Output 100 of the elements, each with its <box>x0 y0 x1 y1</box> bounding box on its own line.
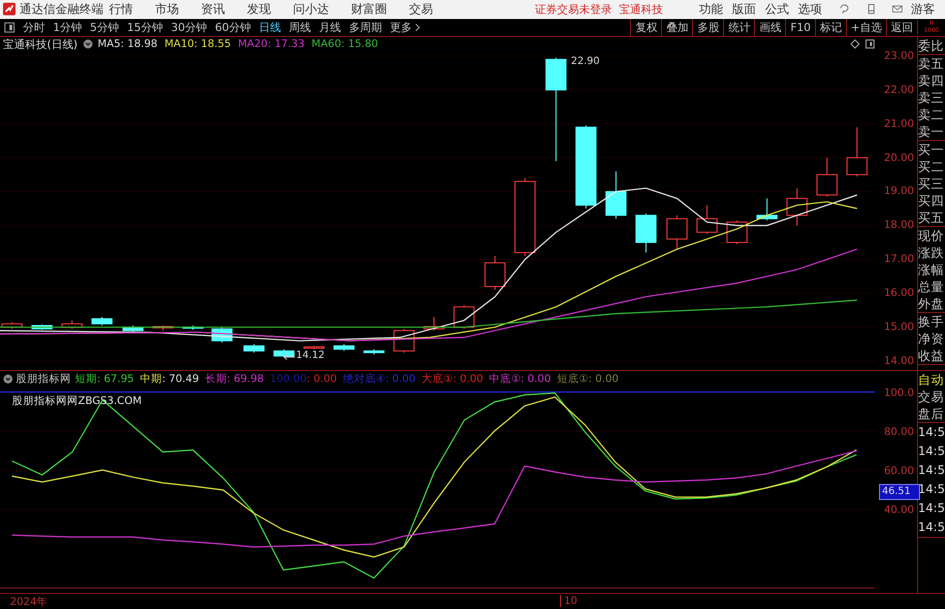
menu-item[interactable]: 财富圈 <box>350 0 387 18</box>
candlestick <box>726 220 748 245</box>
indicator-tick: 60.00 <box>882 464 914 478</box>
menu-item[interactable]: 版面 <box>732 0 756 18</box>
trade-label[interactable]: 盘后 <box>918 404 945 422</box>
quote-label: 卖一 <box>918 122 945 140</box>
quote-label: 净资 <box>918 330 945 347</box>
indicator-value: 长期 <box>204 372 227 386</box>
quote-label: 涨幅 <box>918 260 945 278</box>
period-tab[interactable]: 5分钟 <box>86 20 123 35</box>
quote-label: 卖五 <box>918 54 945 72</box>
indicator-value: : 0.00 <box>385 373 416 386</box>
panel-toggle-icon[interactable] <box>4 22 15 33</box>
price-tick: 18.00 <box>884 218 914 232</box>
quote-label: 卖二 <box>918 106 945 123</box>
toolbar-button[interactable]: 复权 <box>630 18 662 36</box>
period-tab[interactable]: 多周期 <box>345 20 386 35</box>
price-tick: 14.00 <box>884 354 914 368</box>
indicator-tick: 100.0 <box>882 386 914 400</box>
phone-icon[interactable] <box>866 3 876 16</box>
toolbar-button[interactable]: F10 <box>785 18 815 36</box>
app-title: 通达信金融终端 <box>20 0 104 18</box>
indicator-caption: 股朋指标网网ZBGS3.COM <box>12 394 142 408</box>
candlestick <box>304 345 324 350</box>
toolbar-button[interactable]: 叠加 <box>661 18 692 36</box>
indicator-value: 绝对底④ <box>342 372 386 386</box>
candlestick <box>756 198 778 221</box>
quote-label: 总量 <box>918 278 945 295</box>
menu-item[interactable]: 问小达 <box>292 0 329 18</box>
period-tab[interactable]: 15分钟 <box>123 20 167 35</box>
dropdown-icon[interactable] <box>82 39 93 50</box>
quote-label: 买二 <box>918 158 945 175</box>
candlestick <box>334 344 354 352</box>
quote-label: 买五 <box>918 208 945 226</box>
user-label[interactable]: 游客 <box>911 0 935 18</box>
period-tab[interactable]: 周线 <box>285 20 315 35</box>
low-price-label: 14.12 <box>296 350 325 361</box>
toolbar-button[interactable]: 画线 <box>754 18 786 36</box>
menu-item[interactable]: 市场 <box>154 0 179 18</box>
trade-time: 14:5 <box>918 442 945 460</box>
indicator-value: : 0.00 <box>520 373 551 386</box>
period-tab[interactable]: 30分钟 <box>167 20 211 35</box>
indicator-value: : 0.00 <box>452 373 484 386</box>
candlestick <box>364 348 384 355</box>
period-tab[interactable]: 分时 <box>19 20 49 35</box>
indicator-tick: 80.00 <box>882 425 914 440</box>
quote-label: 买一 <box>918 140 945 158</box>
quote-label: 外盘 <box>918 294 945 312</box>
candlestick <box>424 316 444 331</box>
toolbar-button[interactable]: 返回 <box>886 18 917 36</box>
dropdown-icon[interactable] <box>3 374 13 384</box>
period-tab[interactable]: 60分钟 <box>211 20 255 35</box>
login-notice: 证券交易未登录 宝通科技 <box>534 2 663 17</box>
candlestick <box>606 170 626 220</box>
toolbar-button[interactable]: 标记 <box>814 18 846 36</box>
candlestick <box>244 344 264 354</box>
quote-label: 买四 <box>918 192 945 209</box>
trade-time: 14:5 <box>918 500 945 517</box>
price-tick: 15.00 <box>884 320 914 334</box>
price-tick: 22.00 <box>884 82 914 97</box>
toolbar-button[interactable]: +自选 <box>846 18 886 36</box>
period-tab[interactable]: 更多 <box>386 20 424 35</box>
quote-label: 买三 <box>918 174 945 192</box>
mail-icon[interactable] <box>892 3 903 16</box>
panel-toggle-icon[interactable] <box>865 39 875 50</box>
menu-item[interactable]: 交易 <box>408 0 433 18</box>
indicator-value: : 0.00 <box>588 373 619 386</box>
trade-label[interactable]: 交易 <box>918 388 945 405</box>
indicator-value: 中期 <box>140 372 162 386</box>
period-tab[interactable]: 月线 <box>315 20 345 35</box>
menu-item[interactable]: 行情 <box>108 0 133 18</box>
candlestick <box>274 348 294 358</box>
toolbar-button[interactable]: 统计 <box>723 18 754 36</box>
chevron-icon <box>415 22 420 32</box>
menu-item[interactable]: 资讯 <box>200 0 225 18</box>
candlestick <box>32 324 52 330</box>
indicator-value: 100.00 <box>270 373 307 386</box>
menu-item[interactable]: 发现 <box>246 0 271 18</box>
menu-item[interactable]: 功能 <box>698 0 723 18</box>
candlestick <box>484 255 506 290</box>
period-tab[interactable]: 日线 <box>255 20 285 35</box>
quote-label: 委比 <box>918 36 945 54</box>
period-tab[interactable]: 1分钟 <box>49 20 86 35</box>
toolbar-button[interactable]: 多股 <box>692 18 724 36</box>
indicator-name: 股朋指标网 <box>16 372 71 386</box>
date-label: 10 <box>560 594 578 607</box>
candlestick <box>846 126 868 177</box>
diamond-icon[interactable] <box>850 39 860 50</box>
menu-item[interactable]: 公式 <box>764 0 789 18</box>
price-tick: 19.00 <box>884 184 914 198</box>
candlestick <box>786 188 808 226</box>
app-logo-icon <box>3 2 16 16</box>
candlestick <box>636 213 656 253</box>
price-tick: 23.00 <box>884 48 914 63</box>
menu-item[interactable]: 选项 <box>798 0 822 18</box>
indicator-value: 短期 <box>75 372 97 386</box>
ma-value: MA20: 17.33 <box>238 38 305 50</box>
candlestick <box>92 316 112 326</box>
trade-time: 14:5 <box>918 518 945 536</box>
mode-label[interactable]: 自动 <box>918 370 945 388</box>
